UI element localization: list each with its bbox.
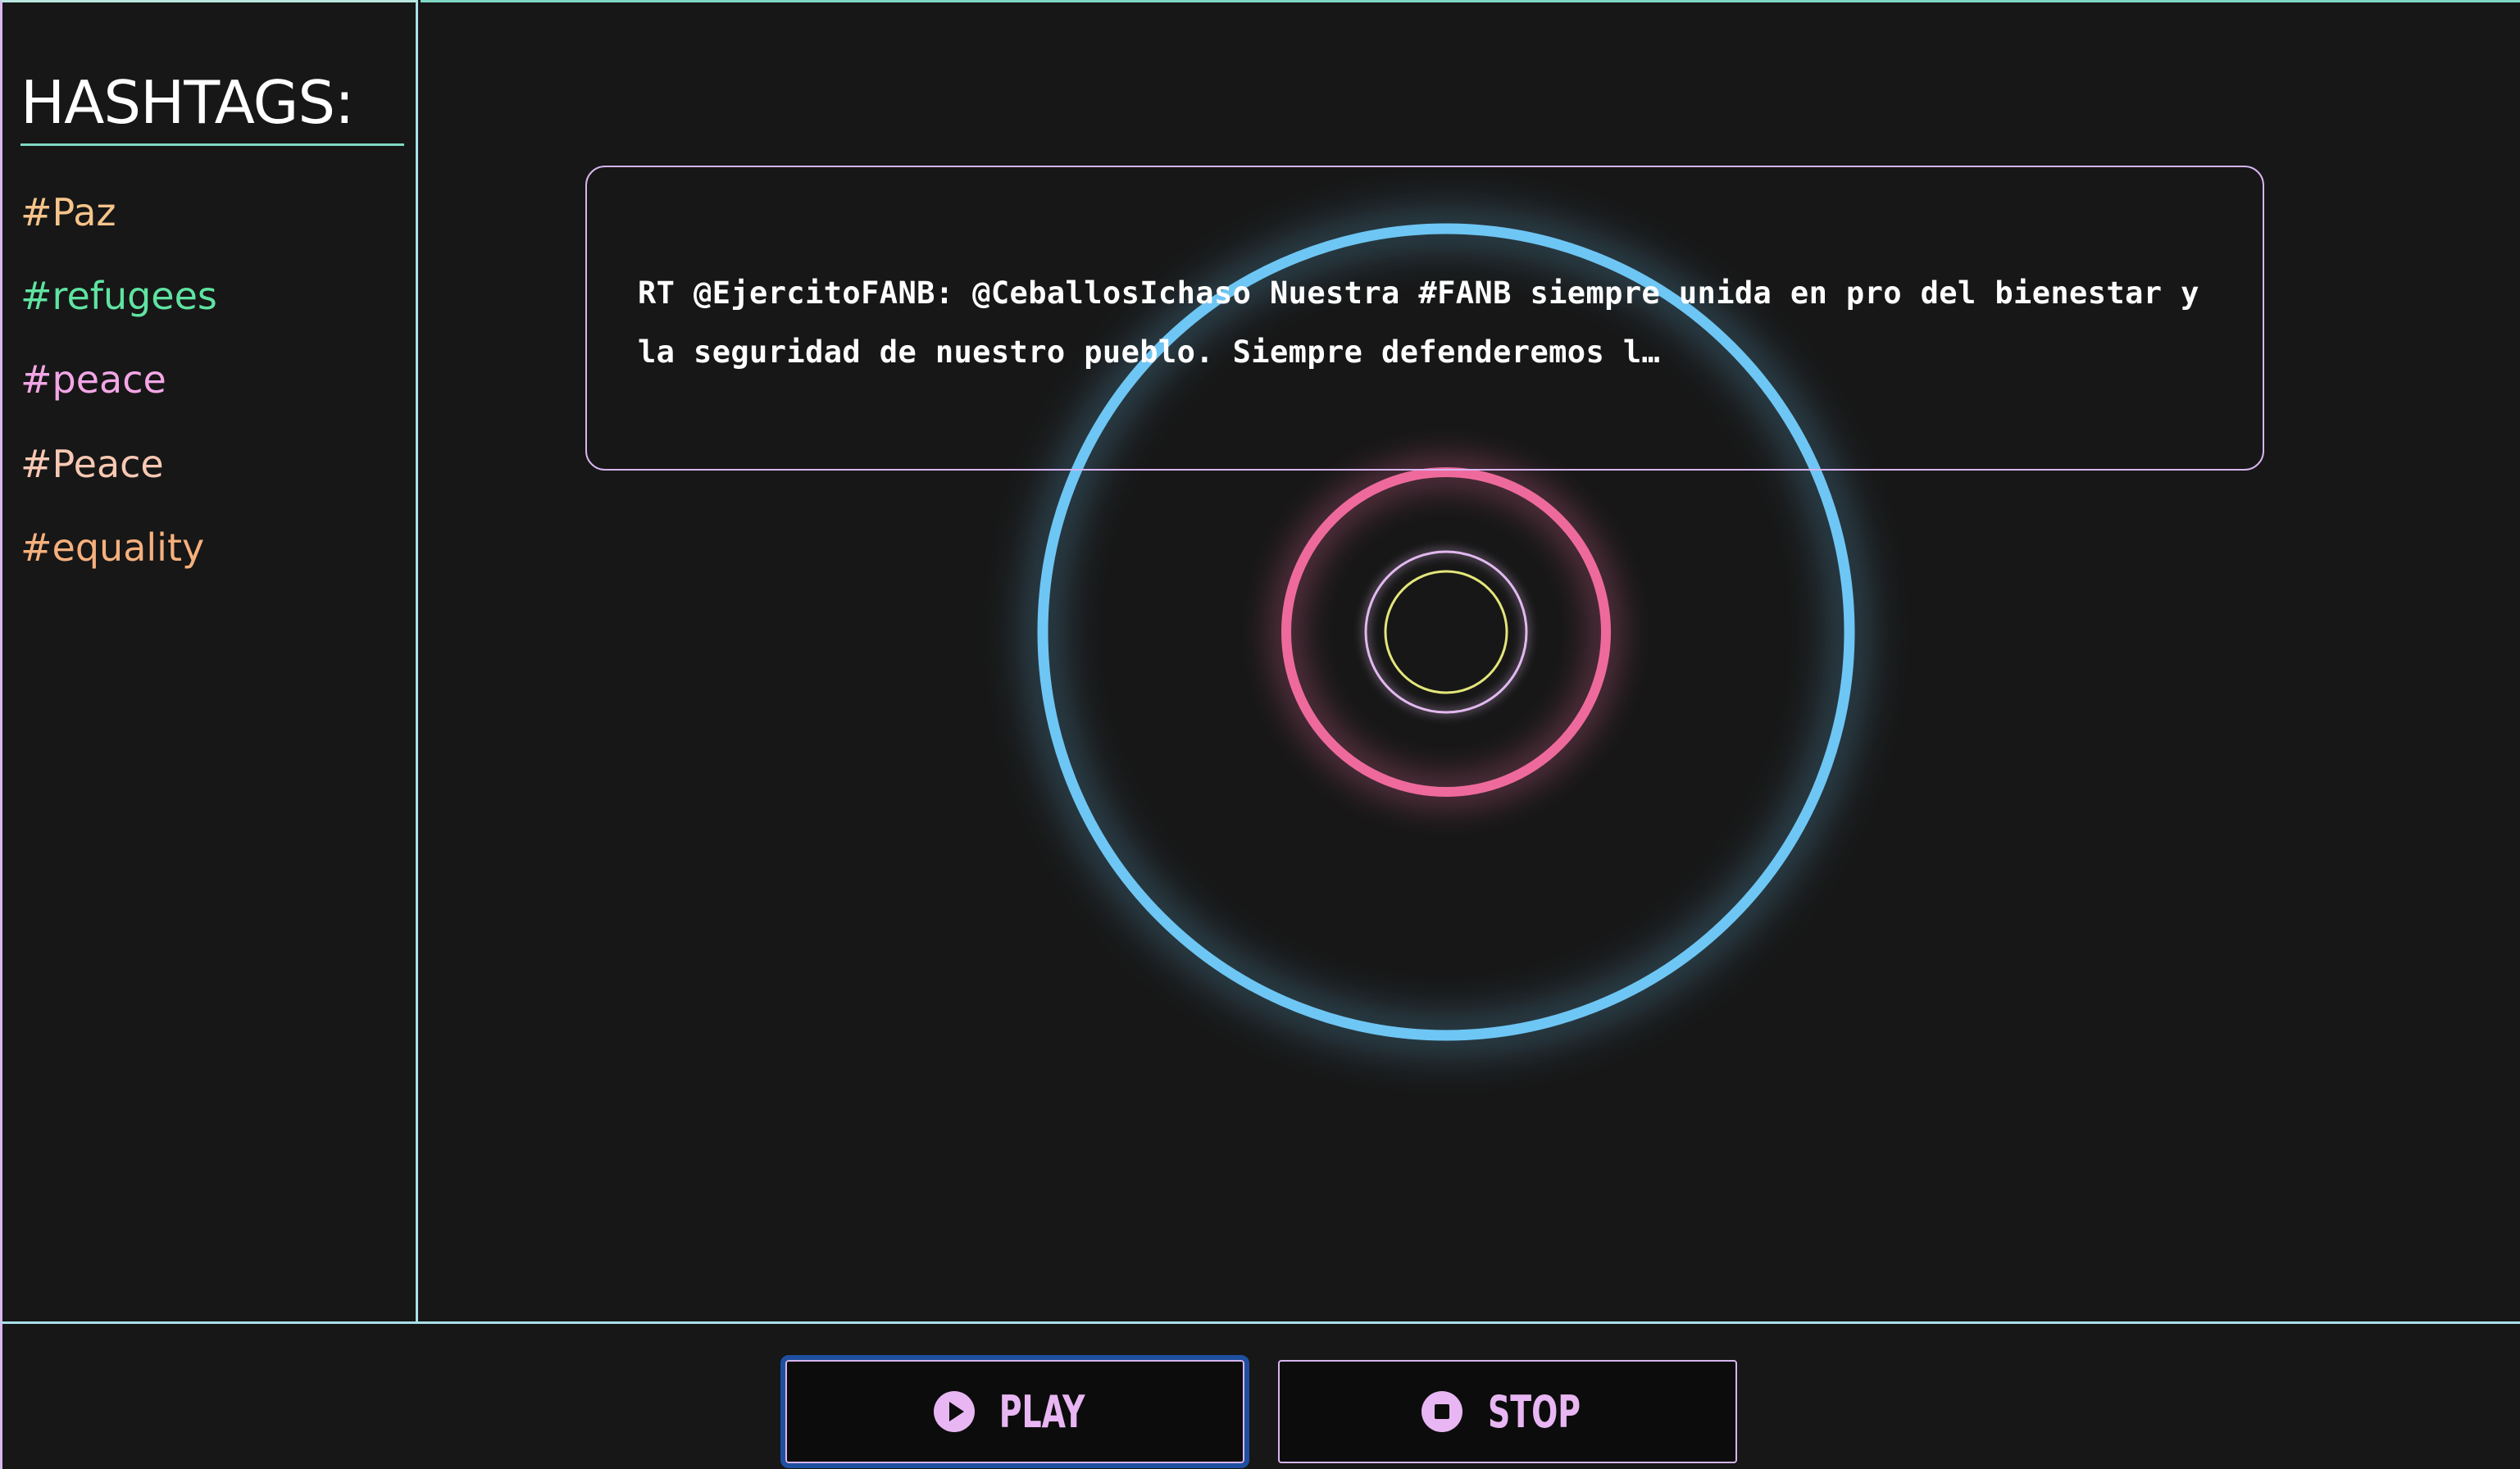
play-button[interactable]: PLAY [780,1355,1249,1468]
tweet-card: RT @EjercitoFANB: @CeballosIchaso Nuestr… [585,166,2264,471]
middle-ring [1281,467,1611,797]
inner-ring [1364,550,1528,714]
play-circle-icon [933,1391,975,1432]
core-ring [1384,570,1508,694]
playback-controls: PLAY STOP [0,1321,2520,1469]
tweet-text: RT @EjercitoFANB: @CeballosIchaso Nuestr… [638,275,2199,370]
play-label: PLAY [998,1385,1085,1438]
stop-label: STOP [1488,1385,1581,1438]
stop-button[interactable]: STOP [1278,1360,1737,1463]
stop-circle-icon [1421,1391,1463,1432]
